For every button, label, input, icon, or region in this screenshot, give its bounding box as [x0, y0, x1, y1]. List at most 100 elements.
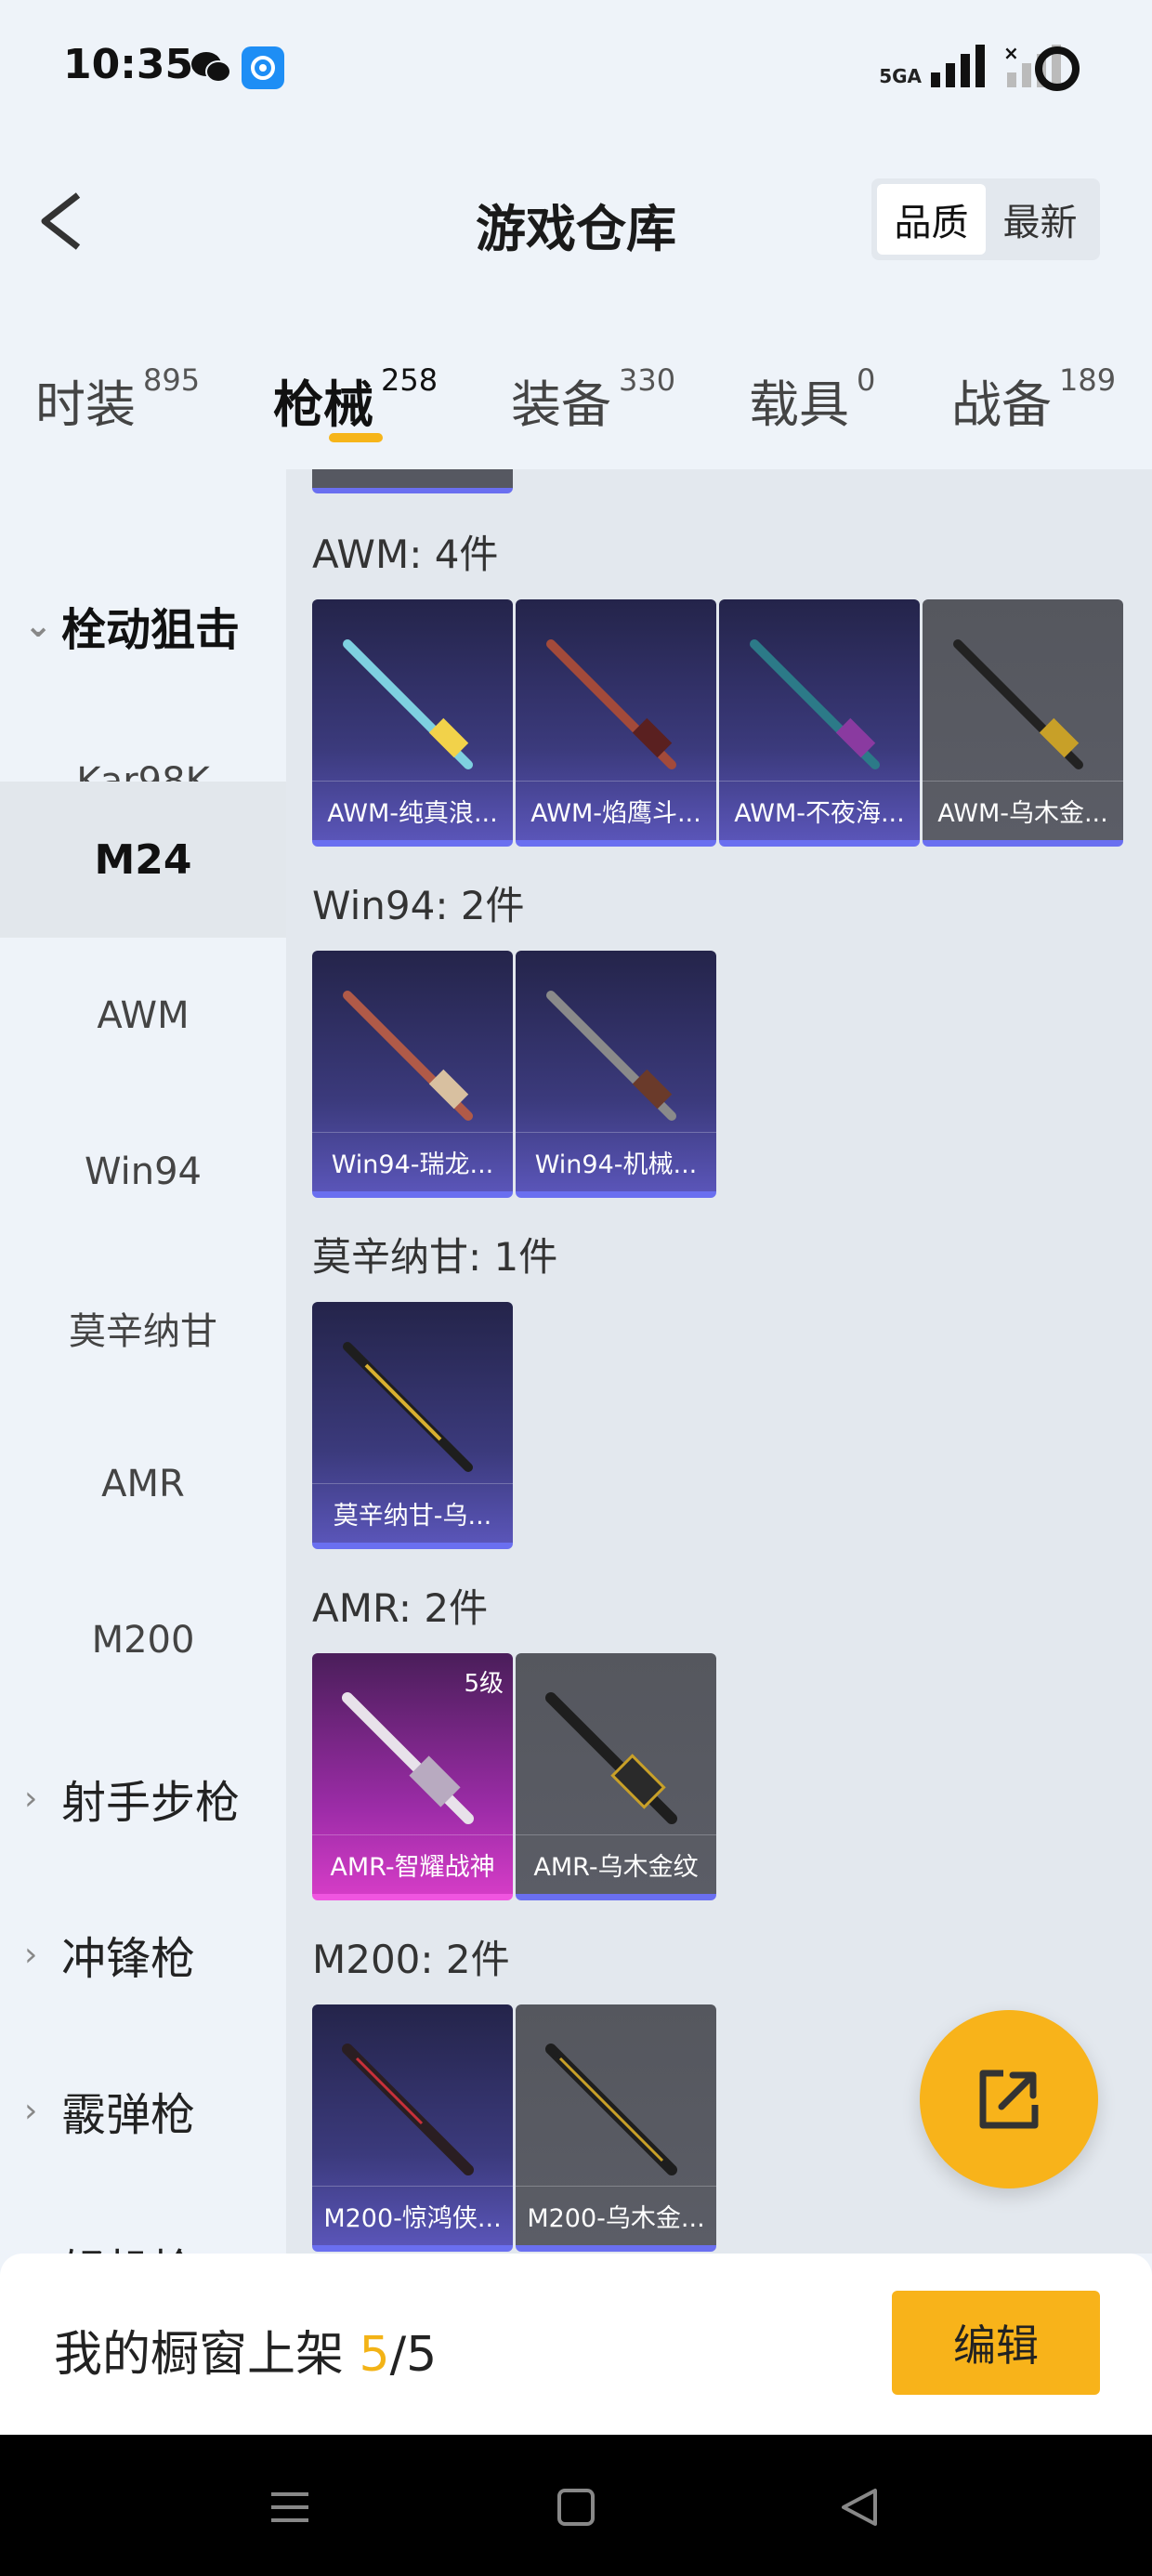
- share-button[interactable]: [920, 2010, 1098, 2188]
- sidebar-item-m200[interactable]: M200: [0, 1562, 286, 1718]
- rifle-icon: [953, 639, 1083, 769]
- rifle-icon: [546, 991, 676, 1121]
- showcase-total: /5: [389, 2327, 438, 2383]
- edit-button[interactable]: 编辑: [892, 2291, 1100, 2395]
- app-notification-icon: [242, 46, 284, 89]
- rifle-icon: [750, 639, 880, 769]
- skin-card[interactable]: Win94-瑞龙...: [312, 951, 513, 1198]
- section-label-m200: M200: 2件: [312, 1937, 510, 1982]
- tab-equipment[interactable]: 装备 330: [511, 362, 675, 437]
- skin-card[interactable]: 5级 AMR-智耀战神: [312, 1653, 513, 1900]
- chevron-down-icon: ⌄: [24, 606, 53, 645]
- skin-card[interactable]: M200-惊鸿侠...: [312, 2004, 513, 2252]
- chevron-right-icon: ›: [24, 1935, 38, 1974]
- home-icon[interactable]: [554, 2485, 598, 2530]
- rifle-icon: [343, 991, 473, 1121]
- partial-card[interactable]: [312, 469, 513, 493]
- tab-fashion[interactable]: 时装 895: [35, 362, 200, 437]
- category-tabs: 时装 895 枪械 258 装备 330 载具 0 战备 189: [0, 344, 1152, 446]
- sidebar-item-mosin[interactable]: 莫辛纳甘: [0, 1250, 286, 1406]
- skin-card[interactable]: AMR-乌木金纹: [516, 1653, 716, 1900]
- showcase-label: 我的橱窗上架: [54, 2327, 345, 2383]
- skin-name: Win94-机械...: [516, 1132, 716, 1191]
- chevron-right-icon: ›: [24, 1779, 38, 1818]
- sidebar-group-lmg[interactable]: ›轻机枪: [24, 2188, 286, 2254]
- showcase-status: 我的橱窗上架 5/5: [54, 2315, 437, 2385]
- skin-name: AMR-智耀战神: [312, 1834, 513, 1894]
- weapon-type-sidebar: ⌄栓动狙击 Kar98K M24 AWM Win94 莫辛纳甘 AMR M200…: [0, 469, 286, 2254]
- tab-count: 258: [381, 362, 439, 398]
- skin-name: M200-惊鸿侠...: [312, 2186, 513, 2245]
- rifle-icon: [342, 1692, 474, 1824]
- skin-name: AWM-焰鹰斗...: [516, 781, 716, 840]
- section-label-mosin: 莫辛纳甘: 1件: [312, 1234, 558, 1280]
- loading-ring-icon: [1035, 46, 1080, 91]
- skin-card[interactable]: 莫辛纳甘-乌...: [312, 1302, 513, 1549]
- skin-name: AWM-乌木金...: [923, 781, 1123, 840]
- header: 游戏仓库 品质 最新: [0, 158, 1152, 288]
- showcase-count: 5: [359, 2327, 390, 2383]
- sidebar-item-m24[interactable]: M24: [0, 782, 286, 938]
- skin-name: AMR-乌木金纹: [516, 1834, 716, 1894]
- menu-icon[interactable]: [268, 2485, 312, 2530]
- rifle-icon: [545, 2044, 677, 2175]
- wechat-icon: [191, 52, 231, 83]
- tab-count: 0: [857, 362, 876, 398]
- tab-count: 189: [1059, 362, 1117, 398]
- skin-name: AWM-纯真浪...: [312, 781, 513, 840]
- rifle-icon: [545, 1692, 677, 1824]
- sidebar-item-win94[interactable]: Win94: [0, 1094, 286, 1250]
- skin-name: M200-乌木金...: [516, 2186, 716, 2245]
- share-icon: [979, 2070, 1039, 2129]
- sidebar-group-label: 栓动狙击: [61, 604, 241, 656]
- sort-toggle[interactable]: 品质 最新: [871, 178, 1100, 260]
- tab-count: 895: [143, 362, 201, 398]
- back-nav-icon[interactable]: [838, 2485, 883, 2530]
- system-nav-bar: [0, 2435, 1152, 2576]
- section-label-amr: AMR: 2件: [312, 1585, 489, 1631]
- tab-label: 装备: [511, 375, 611, 434]
- showcase-bar: 我的橱窗上架 5/5 编辑: [0, 2254, 1152, 2435]
- signal-strength-icon: [931, 45, 985, 87]
- sort-quality-button[interactable]: 品质: [877, 184, 986, 255]
- skin-card[interactable]: AWM-乌木金...: [923, 599, 1123, 847]
- section-label-win94: Win94: 2件: [312, 883, 525, 928]
- sidebar-group-bolt-action[interactable]: ⌄ 栓动狙击: [24, 547, 286, 703]
- sidebar-group-label: 射手步枪: [61, 1777, 241, 1829]
- tab-label: 战备: [951, 375, 1052, 434]
- sidebar-group-shotgun[interactable]: › 霰弹枪: [24, 2032, 286, 2188]
- skin-card[interactable]: M200-乌木金...: [516, 2004, 716, 2252]
- chevron-right-icon: ›: [24, 2091, 38, 2130]
- tab-supplies[interactable]: 战备 189: [951, 362, 1116, 437]
- sort-newest-button[interactable]: 最新: [986, 184, 1094, 255]
- network-type: 5GA: [879, 65, 922, 87]
- tab-label: 载具: [749, 375, 849, 434]
- weapon-grid: AWM: 4件 AWM-纯真浪... AWM-焰鹰斗... AWM-不夜海...…: [286, 469, 1152, 2254]
- tab-guns[interactable]: 枪械 258: [273, 362, 438, 437]
- skin-card[interactable]: Win94-机械...: [516, 951, 716, 1198]
- sidebar-group-label: 冲锋枪: [61, 1933, 196, 1985]
- skin-name: 莫辛纳甘-乌...: [312, 1483, 513, 1543]
- skin-name: Win94-瑞龙...: [312, 1132, 513, 1191]
- sidebar-group-smg[interactable]: › 冲锋枪: [24, 1876, 286, 2032]
- rifle-icon: [342, 2044, 474, 2175]
- skin-card[interactable]: AWM-纯真浪...: [312, 599, 513, 847]
- tab-vehicles[interactable]: 载具 0: [749, 362, 875, 437]
- sidebar-group-label: 霰弹枪: [61, 2089, 196, 2141]
- sidebar-item-awm[interactable]: AWM: [0, 938, 286, 1094]
- active-tab-indicator: [329, 433, 383, 442]
- skin-name: AWM-不夜海...: [719, 781, 920, 840]
- sidebar-group-marksman[interactable]: › 射手步枪: [24, 1720, 286, 1876]
- tab-count: 330: [619, 362, 676, 398]
- sidebar-item-amr[interactable]: AMR: [0, 1406, 286, 1562]
- section-label-awm: AWM: 4件: [312, 532, 499, 577]
- tab-label: 枪械: [273, 375, 373, 434]
- rifle-icon: [546, 639, 676, 769]
- skin-card[interactable]: AWM-焰鹰斗...: [516, 599, 716, 847]
- rifle-icon: [343, 1342, 473, 1472]
- tab-label: 时装: [35, 375, 136, 434]
- skin-card[interactable]: AWM-不夜海...: [719, 599, 920, 847]
- sidebar-group-label: 轻机枪: [61, 2234, 195, 2254]
- clock: 10:35: [63, 41, 194, 88]
- svg-text:×: ×: [1003, 45, 1019, 64]
